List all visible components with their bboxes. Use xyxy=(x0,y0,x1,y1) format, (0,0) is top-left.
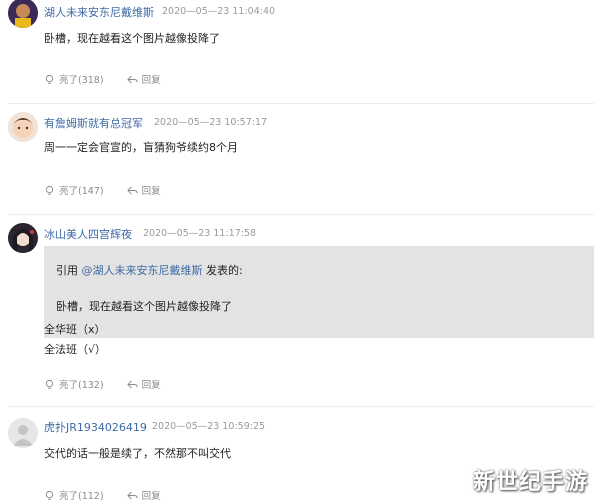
username[interactable]: 湖人未来安东尼戴维斯 xyxy=(44,4,154,20)
comment-actions: 亮了(318) 回复 xyxy=(44,72,181,88)
username[interactable]: 虎扑JR1934026419 xyxy=(44,419,147,435)
comment-text: 交代的话一般是续了，不然那不叫交代 xyxy=(44,447,231,460)
comment-actions: 亮了(112) 回复 xyxy=(44,488,181,504)
comment-3: 冰山美人四宫辉夜 2020—05—23 11:17:58 引用 @湖人未来安东尼… xyxy=(0,215,594,407)
quote-text: 卧槽，现在越看这个图片越像投降了 xyxy=(56,300,232,313)
reply-label: 回复 xyxy=(141,380,161,391)
bulb-icon xyxy=(45,74,54,84)
quote-header: 引用 @湖人未来安东尼戴维斯 发表的: xyxy=(56,262,243,278)
quote-user-link[interactable]: @湖人未来安东尼戴维斯 xyxy=(82,264,203,277)
comment-text-line-1: 全华班（x） xyxy=(44,323,106,336)
reply-icon xyxy=(126,491,138,499)
avatar[interactable] xyxy=(8,418,38,448)
comment-text: 周一一定会官宣的，盲猜狗爷续约8个月 xyxy=(44,141,238,154)
reply-icon xyxy=(126,186,138,194)
avatar[interactable] xyxy=(8,223,38,253)
quote-suffix: 发表的: xyxy=(202,264,243,277)
bulb-icon xyxy=(45,490,54,500)
like-button[interactable]: 亮了(132) xyxy=(44,377,104,391)
avatar[interactable] xyxy=(8,112,38,142)
comment-actions: 亮了(147) 回复 xyxy=(44,183,181,199)
like-count: 亮了(318) xyxy=(59,75,104,86)
timestamp: 2020—05—23 11:04:40 xyxy=(162,6,276,17)
timestamp: 2020—05—23 11:17:58 xyxy=(143,228,257,239)
like-button[interactable]: 亮了(318) xyxy=(44,72,104,86)
watermark-logo: 新世纪手游 xyxy=(472,470,588,495)
bulb-icon xyxy=(45,379,54,389)
comment-text-line-2: 全法班（√） xyxy=(44,343,107,356)
username[interactable]: 冰山美人四宫辉夜 xyxy=(44,226,132,242)
like-count: 亮了(132) xyxy=(59,380,104,391)
like-count: 亮了(147) xyxy=(59,186,104,197)
username[interactable]: 有詹姆斯就有总冠军 xyxy=(44,115,143,131)
reply-icon xyxy=(126,380,138,388)
quoted-comment: 引用 @湖人未来安东尼戴维斯 发表的: 卧槽，现在越看这个图片越像投降了 xyxy=(44,246,594,338)
like-button[interactable]: 亮了(147) xyxy=(44,183,104,197)
quote-prefix: 引用 xyxy=(56,264,82,277)
reply-icon xyxy=(126,75,138,83)
comment-2: 有詹姆斯就有总冠军 2020—05—23 10:57:17 周一一定会官宣的，盲… xyxy=(0,104,594,216)
reply-label: 回复 xyxy=(141,75,161,86)
timestamp: 2020—05—23 10:57:17 xyxy=(154,117,268,128)
comment-1: 湖人未来安东尼戴维斯 2020—05—23 11:04:40 卧槽，现在越看这个… xyxy=(0,0,594,104)
comment-text: 卧槽，现在越看这个图片越像投降了 xyxy=(44,32,220,45)
reply-button[interactable]: 回复 xyxy=(126,72,161,86)
reply-button[interactable]: 回复 xyxy=(126,183,161,197)
bulb-icon xyxy=(45,185,54,195)
timestamp: 2020—05—23 10:59:25 xyxy=(152,421,266,432)
reply-button[interactable]: 回复 xyxy=(126,377,161,391)
reply-label: 回复 xyxy=(141,186,161,197)
avatar[interactable] xyxy=(8,0,38,28)
comment-actions: 亮了(132) 回复 xyxy=(44,377,181,393)
